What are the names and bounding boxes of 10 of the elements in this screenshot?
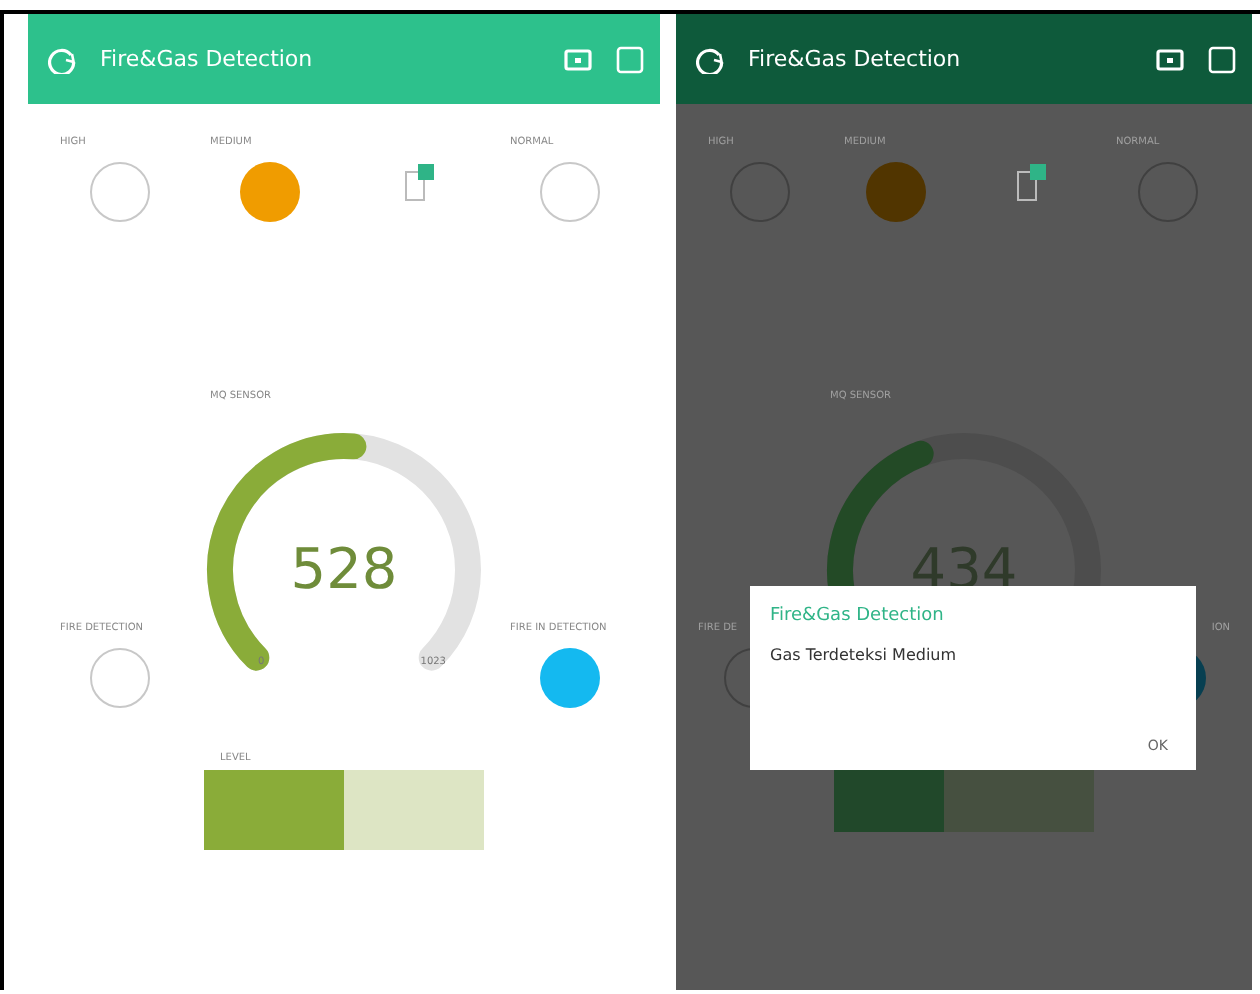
device-icon[interactable] — [1016, 162, 1048, 202]
app-title: Fire&Gas Detection — [100, 46, 315, 72]
dialog-title: Fire&Gas Detection — [770, 606, 946, 626]
circular-arrow-icon[interactable] — [696, 45, 724, 73]
screen-icon[interactable] — [1156, 47, 1184, 71]
gauge-value: 528 — [288, 536, 400, 602]
app-title: Fire&Gas Detection — [748, 46, 963, 72]
device-icon[interactable] — [403, 162, 435, 202]
square-icon[interactable] — [1208, 45, 1236, 73]
dialog-message: Gas Terdeteksi Medium — [770, 646, 959, 664]
